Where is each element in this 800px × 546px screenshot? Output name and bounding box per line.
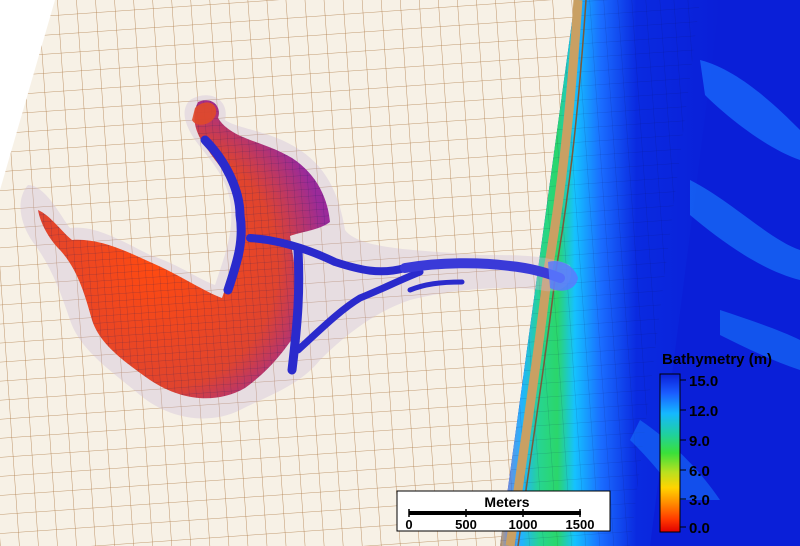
legend-tick-label: 15.0 [689, 373, 718, 390]
legend-tick-label: 0.0 [689, 520, 710, 537]
legend-tick-label: 12.0 [689, 403, 718, 420]
scale-bar-tick-label: 1500 [566, 517, 595, 532]
legend-tick-label: 6.0 [689, 463, 710, 480]
bathymetry-map: Bathymetry (m) 15.0 12.0 9.0 6.0 3.0 0.0… [0, 0, 800, 546]
scale-bar-tick-label: 500 [455, 517, 477, 532]
legend-tick-label: 3.0 [689, 492, 710, 509]
legend-colorbar [659, 373, 681, 533]
scale-bar-tick-label: 1000 [509, 517, 538, 532]
legend-tick-label: 9.0 [689, 433, 710, 450]
scale-bar: Meters 0 500 1000 1500 [396, 490, 611, 532]
scale-bar-title: Meters [484, 494, 529, 510]
scale-bar-tick-label: 0 [405, 517, 412, 532]
scale-bar-bar [409, 511, 581, 515]
legend-title: Bathymetry (m) [662, 351, 772, 368]
